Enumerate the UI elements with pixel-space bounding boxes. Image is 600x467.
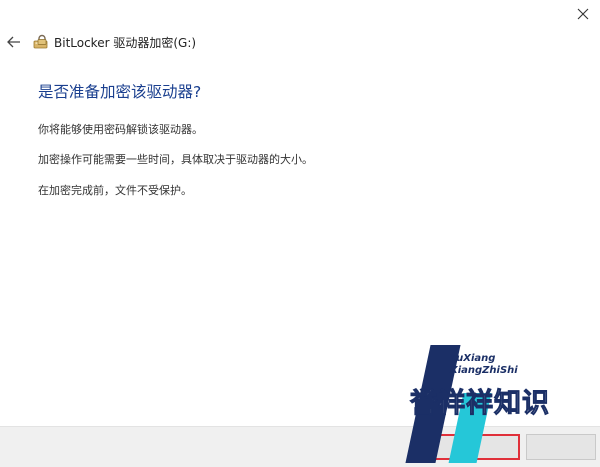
watermark-line2: XiangZhiShi (450, 365, 518, 376)
back-arrow-icon (7, 36, 20, 48)
info-text-password: 你将能够使用密码解锁该驱动器。 (38, 123, 203, 136)
page-heading: 是否准备加密该驱动器? (38, 83, 202, 101)
close-icon (577, 8, 589, 20)
watermark-logo: YuXiang XiangZhiShi 誉祥祥知识 (405, 345, 590, 465)
bitlocker-drive-icon (33, 34, 48, 49)
close-button[interactable] (566, 0, 600, 28)
info-text-duration: 加密操作可能需要一些时间，具体取决于驱动器的大小。 (38, 153, 313, 166)
back-button[interactable] (4, 32, 24, 52)
bitlocker-dialog: BitLocker 驱动器加密(G:) 是否准备加密该驱动器? 你将能够使用密码… (0, 0, 600, 467)
watermark-big-text: 誉祥祥知识 (410, 388, 550, 420)
info-text-protection: 在加密完成前，文件不受保护。 (38, 184, 192, 197)
title-bar: BitLocker 驱动器加密(G:) (33, 33, 196, 51)
window-title: BitLocker 驱动器加密(G:) (54, 35, 197, 50)
watermark-line1: YuXiang (450, 353, 496, 364)
